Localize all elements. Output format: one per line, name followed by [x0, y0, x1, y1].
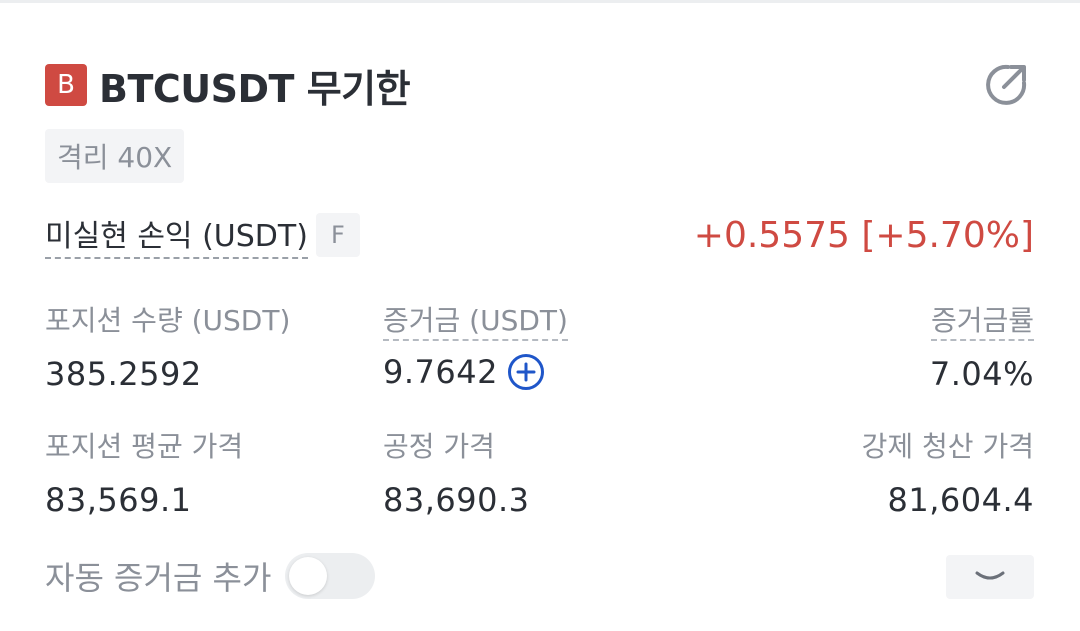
position-header: B BTCUSDT 무기한 — [45, 61, 411, 111]
plus-icon — [516, 362, 536, 382]
position-card: B BTCUSDT 무기한 격리 40X 미실현 손익 (USDT) F +0.… — [0, 3, 1080, 631]
expand-button[interactable] — [946, 555, 1034, 599]
entry-price-label: 포지션 평균 가격 — [45, 430, 244, 463]
unrealized-pnl-label-group: 미실현 손익 (USDT) F — [45, 211, 360, 259]
f-badge[interactable]: F — [315, 213, 360, 257]
share-arrow-icon — [986, 64, 1027, 105]
unrealized-pnl-value: +0.5575 [+5.70%] — [693, 215, 1034, 256]
auto-margin-toggle[interactable] — [285, 553, 376, 599]
side-badge: B — [45, 64, 87, 106]
add-margin-button[interactable] — [507, 354, 544, 390]
mark-price-cell: 공정 가격 83,690.3 — [383, 425, 530, 519]
mark-price-label: 공정 가격 — [383, 430, 495, 463]
margin-label[interactable]: 증거금 (USDT) — [383, 304, 568, 341]
position-size-label: 포지션 수량 (USDT) — [45, 304, 291, 337]
liq-price-value: 81,604.4 — [887, 481, 1034, 519]
share-button[interactable] — [980, 57, 1034, 111]
margin-value: 9.7642 — [383, 353, 498, 391]
margin-cell: 증거금 (USDT) 9.7642 — [383, 299, 568, 391]
auto-margin-label: 자동 증거금 추가 — [45, 559, 272, 597]
liq-price-label: 강제 청산 가격 — [861, 430, 1034, 463]
margin-ratio-label[interactable]: 증거금률 — [930, 304, 1034, 341]
auto-margin-row: 자동 증거금 추가 — [45, 553, 376, 599]
mark-price-value: 83,690.3 — [383, 481, 530, 519]
position-size-cell: 포지션 수량 (USDT) 385.2592 — [45, 299, 290, 393]
margin-ratio-value: 7.04% — [929, 355, 1034, 393]
symbol-title[interactable]: BTCUSDT 무기한 — [99, 58, 411, 113]
entry-price-value: 83,569.1 — [45, 481, 192, 519]
position-size-value: 385.2592 — [45, 355, 202, 393]
unrealized-pnl-label[interactable]: 미실현 손익 (USDT) — [45, 211, 308, 259]
leverage-badge[interactable]: 격리 40X — [45, 129, 185, 183]
entry-price-cell: 포지션 평균 가격 83,569.1 — [45, 425, 243, 519]
liq-price-cell: 강제 청산 가격 81,604.4 — [862, 425, 1034, 519]
margin-ratio-cell: 증거금률 7.04% — [930, 299, 1034, 393]
chevron-down-icon — [975, 571, 1005, 580]
toggle-knob — [289, 557, 328, 595]
